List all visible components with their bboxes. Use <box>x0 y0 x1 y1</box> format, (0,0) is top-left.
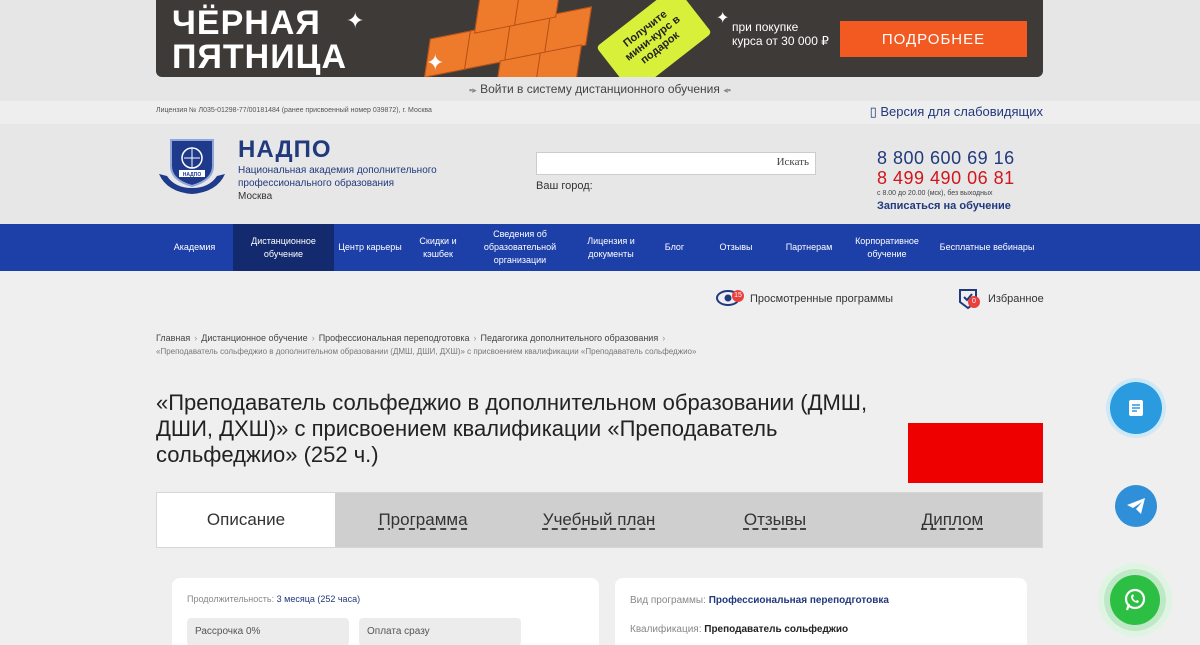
banner-more-button[interactable]: ПОДРОБНЕЕ <box>840 21 1027 57</box>
search-button[interactable]: Искать <box>777 156 809 168</box>
banner-offer-text: при покупке курса от 30 000 ₽ <box>732 20 829 48</box>
red-banner-block[interactable] <box>908 423 1043 483</box>
breadcrumb-separator: › <box>311 333 315 343</box>
breadcrumb-item[interactable]: Главная <box>156 333 190 343</box>
favorites-link[interactable]: 0 Избранное <box>958 288 1044 310</box>
nav-item[interactable]: Центр карьеры <box>334 224 406 271</box>
arrows-icon: ◂▪ <box>723 85 731 95</box>
brand-city: Москва <box>238 191 273 202</box>
top-info-bar: Лицензия № Л035-01298-77/00181484 (ранее… <box>0 101 1200 124</box>
heart-shield-icon: 0 <box>958 288 986 310</box>
brand-description: Национальная академия дополнительного пр… <box>238 165 437 189</box>
price-card: Продолжительность: 3 месяца (252 часа) Р… <box>172 578 599 645</box>
breadcrumb: Главная › Дистанционное обучение › Профессио… <box>156 331 1043 359</box>
tab-0[interactable]: Описание <box>157 493 335 547</box>
qualification-info: Квалификация: Преподаватель сольфеджио <box>630 624 849 635</box>
request-form-button[interactable] <box>1110 382 1162 434</box>
nav-item[interactable]: Отзывы <box>697 224 775 271</box>
program-tabs: Описание Программа Учебный план Отзывы Дипло… <box>156 492 1043 548</box>
breadcrumb-item[interactable]: Дистанционное обучение <box>201 333 307 343</box>
tab-4[interactable]: Диплом <box>863 493 1042 547</box>
main-nav-items: Академия Дистанционное обучение Центр карь… <box>156 224 1043 271</box>
search-box: Искать <box>536 152 816 175</box>
pay-now-option[interactable]: Оплата сразу <box>359 618 521 645</box>
page-title: «Преподаватель сольфеджио в дополнительн… <box>156 390 868 467</box>
program-info-card: Вид программы: Профессиональная переподг… <box>615 578 1027 645</box>
favorites-count-badge: 0 <box>968 296 980 308</box>
tab-1[interactable]: Программа <box>335 493 511 547</box>
sparkle-icon: ✦ <box>716 10 730 27</box>
breadcrumb-separator: › <box>662 333 666 343</box>
viewed-programs-link[interactable]: 15 Просмотренные программы <box>716 289 893 309</box>
logo-icon[interactable]: НАДПО <box>157 136 227 196</box>
breadcrumb-separator: › <box>473 333 477 343</box>
svg-text:НАДПО: НАДПО <box>183 172 202 178</box>
program-type-info: Вид программы: Профессиональная переподг… <box>630 595 889 606</box>
search-input[interactable] <box>537 153 765 174</box>
brand-name: НАДПО <box>238 136 332 163</box>
sparkle-icon: ✦ <box>426 50 445 75</box>
viewed-count-badge: 15 <box>732 290 744 302</box>
low-vision-link[interactable]: ▯ Версия для слабовидящих <box>870 104 1043 120</box>
breadcrumb-item[interactable]: Профессиональная переподготовка <box>319 333 470 343</box>
nav-item[interactable]: Сведения об образовательной организации <box>470 224 570 271</box>
breadcrumb-current: «Преподаватель сольфеджио в дополнительн… <box>156 347 697 356</box>
nav-item[interactable]: Блог <box>652 224 697 271</box>
arrows-icon: ▪▸ <box>469 85 477 95</box>
installment-option[interactable]: Рассрочка 0% <box>187 618 349 645</box>
phone-link-2[interactable]: 8 499 490 06 81 <box>877 168 1015 189</box>
sparkle-icon: ✦ <box>346 8 365 33</box>
brand-block[interactable]: НАДПО Национальная академия дополнительн… <box>238 136 448 202</box>
telegram-button[interactable] <box>1115 485 1157 527</box>
nav-item[interactable]: Корпоративное обучение <box>843 224 931 271</box>
contacts-block: 8 800 600 69 16 8 499 490 06 81 с 8.00 д… <box>877 148 1015 212</box>
duration-info: Продолжительность: 3 месяца (252 часа) <box>187 594 361 604</box>
breadcrumb-separator: › <box>194 333 198 343</box>
nav-item[interactable]: Партнерам <box>775 224 843 271</box>
promo-banner[interactable]: ЧЁРНАЯ ПЯТНИЦА ✦ ✦ ✦ Получите мини-курс … <box>156 0 1043 77</box>
nav-item[interactable]: Лицензия и документы <box>570 224 652 271</box>
working-hours: с 8.00 до 20.00 (мск), без выходных <box>877 190 993 197</box>
city-selector[interactable]: Ваш город: <box>536 180 593 192</box>
document-icon <box>1129 400 1143 416</box>
promo-banner-area: ЧЁРНАЯ ПЯТНИЦА ✦ ✦ ✦ Получите мини-курс … <box>0 0 1200 101</box>
breadcrumb-item[interactable]: Педагогика дополнительного образования <box>481 333 659 343</box>
site-header: НАДПО НАДПО Национальная академия дополн… <box>0 124 1200 224</box>
whatsapp-icon <box>1124 588 1146 611</box>
nav-item[interactable]: Академия <box>156 224 233 271</box>
tab-3[interactable]: Отзывы <box>687 493 863 547</box>
license-text: Лицензия № Л035-01298-77/00181484 (ранее… <box>156 107 432 114</box>
gift-tag: Получите мини-курс в подарок <box>596 0 712 77</box>
banner-title: ЧЁРНАЯ ПЯТНИЦА <box>172 4 348 76</box>
main-nav: Академия Дистанционное обучение Центр карь… <box>0 224 1200 271</box>
tab-2[interactable]: Учебный план <box>511 493 687 547</box>
distance-login-link[interactable]: ▪▸ Войти в систему дистанционного обучен… <box>0 82 1200 96</box>
nav-item[interactable]: Скидки и кэшбек <box>406 224 470 271</box>
whatsapp-button[interactable] <box>1110 575 1160 625</box>
nav-item[interactable]: Дистанционное обучение <box>233 224 334 271</box>
phone-link-1[interactable]: 8 800 600 69 16 <box>877 148 1015 169</box>
eye-icon: 15 <box>716 289 744 309</box>
nav-item[interactable]: Бесплатные вебинары <box>931 224 1043 271</box>
telegram-icon <box>1127 498 1145 514</box>
eye-icon: ▯ <box>869 104 877 119</box>
enroll-link[interactable]: Записаться на обучение <box>877 200 1015 212</box>
